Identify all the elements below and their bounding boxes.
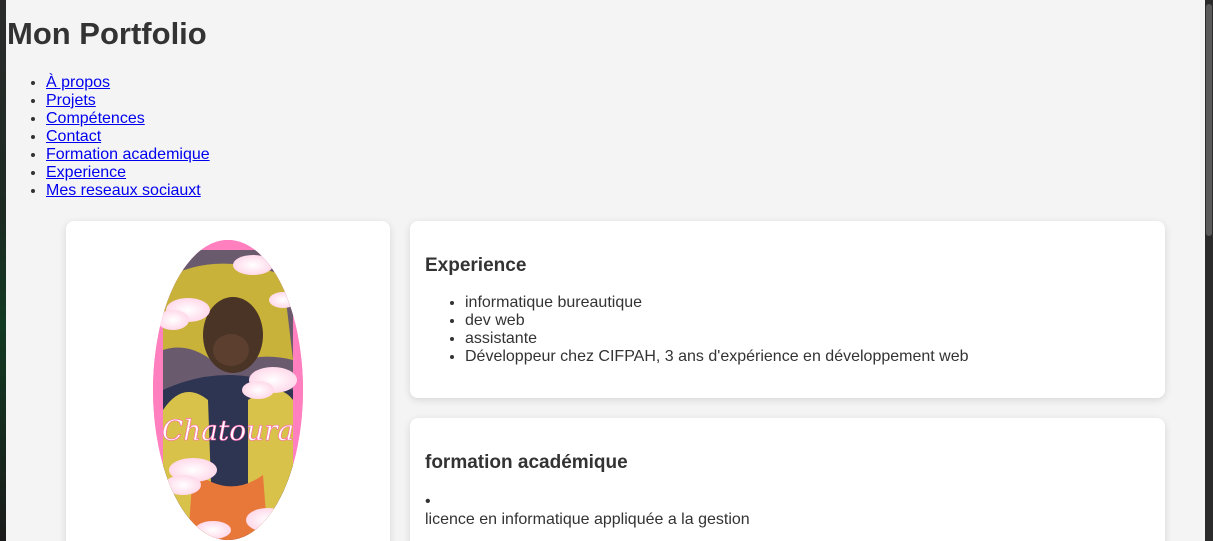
experience-item: assistante (465, 330, 969, 348)
experience-title: Experience (425, 255, 527, 276)
experience-item: informatique bureautique (465, 294, 969, 312)
page-title: Mon Portfolio (7, 16, 207, 51)
nav-link-contact[interactable]: Contact (46, 128, 101, 145)
education-bullet: • (425, 493, 431, 510)
profile-photo-image: Chatoura (153, 240, 303, 540)
nav-link-projects[interactable]: Projets (46, 92, 96, 109)
education-item: licence en informatique appliquée a la g… (425, 511, 750, 528)
profile-photo: Chatoura (153, 240, 303, 540)
experience-item: dev web (465, 312, 969, 330)
nav-item-experience: Experience (46, 164, 210, 182)
nav-item-projects: Projets (46, 92, 210, 110)
nav-link-about[interactable]: À propos (46, 74, 110, 91)
experience-item: Développeur chez CIFPAH, 3 ans d'expérie… (465, 348, 969, 366)
nav-link-experience[interactable]: Experience (46, 164, 126, 181)
nav-item-social: Mes reseaux sociauxt (46, 182, 210, 200)
education-card: formation académique • licence en inform… (410, 418, 1165, 541)
education-title: formation académique (425, 452, 628, 473)
nav-link-education[interactable]: Formation academique (46, 146, 210, 163)
nav-link-social[interactable]: Mes reseaux sociauxt (46, 182, 201, 199)
experience-list: informatique bureautique dev web assista… (425, 294, 969, 366)
nav-item-contact: Contact (46, 128, 210, 146)
page: Mon Portfolio À propos Projets Compétenc… (6, 0, 1205, 541)
nav-item-education: Formation academique (46, 146, 210, 164)
nav-item-about: À propos (46, 74, 210, 92)
nav-item-skills: Compétences (46, 110, 210, 128)
scrollbar-thumb[interactable] (1206, 4, 1212, 236)
vertical-scrollbar[interactable] (1205, 0, 1213, 541)
profile-card: Chatoura (66, 221, 390, 541)
photo-caption: Chatoura (162, 414, 294, 447)
nav-link-skills[interactable]: Compétences (46, 110, 145, 127)
main-nav: À propos Projets Compétences Contact For… (6, 74, 210, 200)
experience-card: Experience informatique bureautique dev … (410, 221, 1165, 398)
